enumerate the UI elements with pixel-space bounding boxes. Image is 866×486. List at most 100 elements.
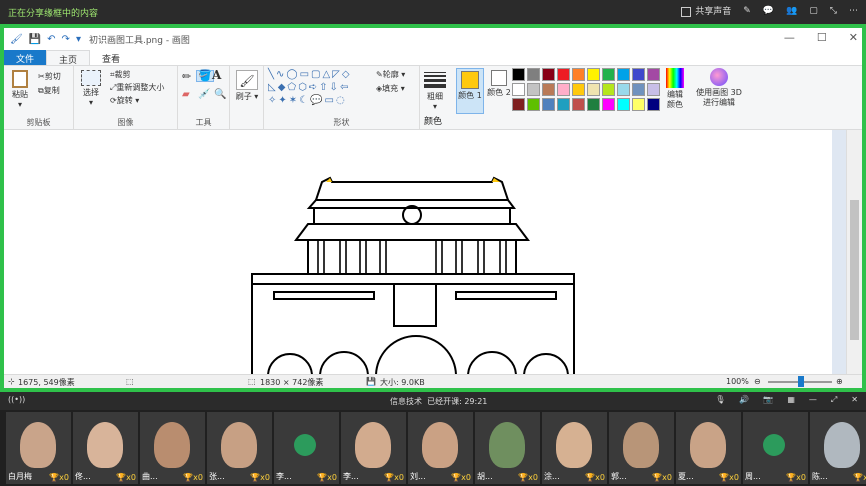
participant-tile[interactable]: 周... 🏆x0 xyxy=(743,412,808,484)
undo-icon[interactable]: ↶ xyxy=(47,34,55,45)
members-icon[interactable]: 👥 xyxy=(786,6,797,16)
participant-tile[interactable]: 夏... 🏆x0 xyxy=(676,412,741,484)
fill-button[interactable]: ◈填充 ▾ xyxy=(376,84,405,94)
brush-label: 刷子 xyxy=(235,92,252,101)
crop-button[interactable]: ⌗裁剪 xyxy=(110,70,131,80)
palette-swatch[interactable] xyxy=(572,83,585,96)
palette-swatch[interactable] xyxy=(542,68,555,81)
pen-icon[interactable]: ✎ xyxy=(743,6,751,16)
zoom-slider-thumb[interactable] xyxy=(798,376,804,387)
participant-tile[interactable]: 郭... 🏆x0 xyxy=(609,412,674,484)
trophy-count: 🏆x0 xyxy=(250,473,270,482)
color-picker-icon[interactable]: 💉 xyxy=(198,90,210,100)
rotate-button[interactable]: ⟳旋转 ▾ xyxy=(110,96,139,106)
palette-swatch[interactable] xyxy=(617,68,630,81)
quick-access-dropdown-icon[interactable]: ▾ xyxy=(76,34,81,45)
outline-button[interactable]: ✎轮廓 ▾ xyxy=(376,70,405,80)
palette-swatch[interactable] xyxy=(587,98,600,111)
palette-swatch[interactable] xyxy=(527,68,540,81)
close-icon[interactable]: ✕ xyxy=(851,395,858,405)
palette-swatch[interactable] xyxy=(647,98,660,111)
shapes-gallery[interactable]: ╲∿◯▭▢△◸◇ ◺◆⬠⬡➪⇧⇩⇦ ✧✦✶☾💬▭◌ xyxy=(268,68,368,107)
vertical-scrollbar[interactable] xyxy=(846,130,862,374)
participant-tile[interactable]: 陈... 🏆x0 xyxy=(810,412,866,484)
size-button[interactable]: 粗细 ▾ xyxy=(422,70,448,112)
palette-swatch[interactable] xyxy=(602,98,615,111)
collapse-icon[interactable]: ⤡ xyxy=(830,6,837,16)
participant-tile[interactable]: 涂... 🏆x0 xyxy=(542,412,607,484)
participant-tile[interactable]: 佟... 🏆x0 xyxy=(73,412,138,484)
palette-swatch[interactable] xyxy=(632,83,645,96)
palette-swatch[interactable] xyxy=(587,68,600,81)
trophy-icon: 🏆 xyxy=(786,473,797,482)
palette-swatch[interactable] xyxy=(572,98,585,111)
select-button[interactable]: 选择 ▾ xyxy=(80,70,102,108)
palette-swatch[interactable] xyxy=(512,98,525,111)
minimize-icon[interactable]: — xyxy=(809,395,817,405)
window-icon[interactable]: ▢ xyxy=(809,6,818,16)
paste-button[interactable]: 粘贴 ▾ xyxy=(10,70,30,110)
drawing-canvas[interactable] xyxy=(4,130,832,374)
save-icon[interactable]: 💾 xyxy=(29,34,41,45)
palette-swatch[interactable] xyxy=(602,83,615,96)
chat-icon[interactable]: 💬 xyxy=(763,6,774,16)
participant-tile[interactable]: 李... 🏆x0 xyxy=(274,412,339,484)
checkbox-icon xyxy=(681,6,692,17)
tiananmen-drawing xyxy=(251,176,575,374)
palette-swatch[interactable] xyxy=(617,83,630,96)
palette-swatch[interactable] xyxy=(647,83,660,96)
eraser-icon[interactable]: ▰ xyxy=(182,90,190,100)
magnifier-icon[interactable]: 🔍 xyxy=(214,90,226,100)
pencil-icon[interactable]: ✏ xyxy=(182,71,191,82)
zoom-in-button[interactable]: ⊕ xyxy=(836,377,843,386)
text-tool-icon[interactable]: A xyxy=(212,69,221,81)
zoom-out-button[interactable]: ⊖ xyxy=(754,377,761,386)
participant-tile[interactable]: 李... 🏆x0 xyxy=(341,412,406,484)
grid-view-icon[interactable]: ▦ xyxy=(787,395,795,405)
participant-tile[interactable]: 张... 🏆x0 xyxy=(207,412,272,484)
mic-icon[interactable]: 🎙 xyxy=(715,395,725,405)
minimize-button[interactable]: — xyxy=(784,31,795,44)
palette-swatch[interactable] xyxy=(527,98,540,111)
restore-icon[interactable]: ⤢ xyxy=(831,395,837,405)
palette-swatch[interactable] xyxy=(647,68,660,81)
palette-swatch[interactable] xyxy=(572,68,585,81)
participant-tile[interactable]: 曲... 🏆x0 xyxy=(140,412,205,484)
palette-swatch[interactable] xyxy=(557,98,570,111)
speaker-icon[interactable]: 🔊 xyxy=(739,395,749,405)
camera-icon[interactable]: 📷 xyxy=(763,395,773,405)
scroll-thumb[interactable] xyxy=(850,200,859,340)
palette-swatch[interactable] xyxy=(512,83,525,96)
more-icon[interactable]: ⋯ xyxy=(849,6,858,16)
paint3d-button[interactable]: 使用画图 3D 进行编辑 xyxy=(694,68,744,108)
palette-swatch[interactable] xyxy=(602,68,615,81)
participant-tile[interactable]: 白月梅 🏆x0 xyxy=(6,412,71,484)
maximize-button[interactable]: ☐ xyxy=(817,31,827,44)
palette-swatch[interactable] xyxy=(617,98,630,111)
tab-view[interactable]: 查看 xyxy=(90,50,132,65)
tab-file[interactable]: 文件 xyxy=(4,50,47,65)
palette-swatch[interactable] xyxy=(557,68,570,81)
palette-swatch[interactable] xyxy=(542,98,555,111)
copy-button[interactable]: ⧉复制 xyxy=(38,86,60,96)
edit-colors-button[interactable]: 编辑颜色 xyxy=(664,68,686,110)
brush-button[interactable]: 🖌 刷子 ▾ xyxy=(234,70,260,102)
color1-button[interactable]: 颜色 1 xyxy=(456,68,484,114)
color2-button[interactable]: 颜色 2 xyxy=(486,70,512,98)
tab-home[interactable]: 主页 xyxy=(46,50,91,66)
palette-swatch[interactable] xyxy=(542,83,555,96)
cut-button[interactable]: ✂剪切 xyxy=(38,72,61,82)
palette-swatch[interactable] xyxy=(587,83,600,96)
palette-swatch[interactable] xyxy=(632,98,645,111)
palette-swatch[interactable] xyxy=(527,83,540,96)
close-button[interactable]: ✕ xyxy=(849,31,858,44)
participant-tile[interactable]: 胡... 🏆x0 xyxy=(475,412,540,484)
resize-button[interactable]: ⤢重新调整大小 xyxy=(110,83,164,93)
trophy-count: 🏆x0 xyxy=(384,473,404,482)
redo-icon[interactable]: ↷ xyxy=(62,34,70,45)
palette-swatch[interactable] xyxy=(512,68,525,81)
palette-swatch[interactable] xyxy=(557,83,570,96)
share-sound-toggle[interactable]: 共享声音 xyxy=(681,4,731,17)
palette-swatch[interactable] xyxy=(632,68,645,81)
participant-tile[interactable]: 刘... 🏆x0 xyxy=(408,412,473,484)
